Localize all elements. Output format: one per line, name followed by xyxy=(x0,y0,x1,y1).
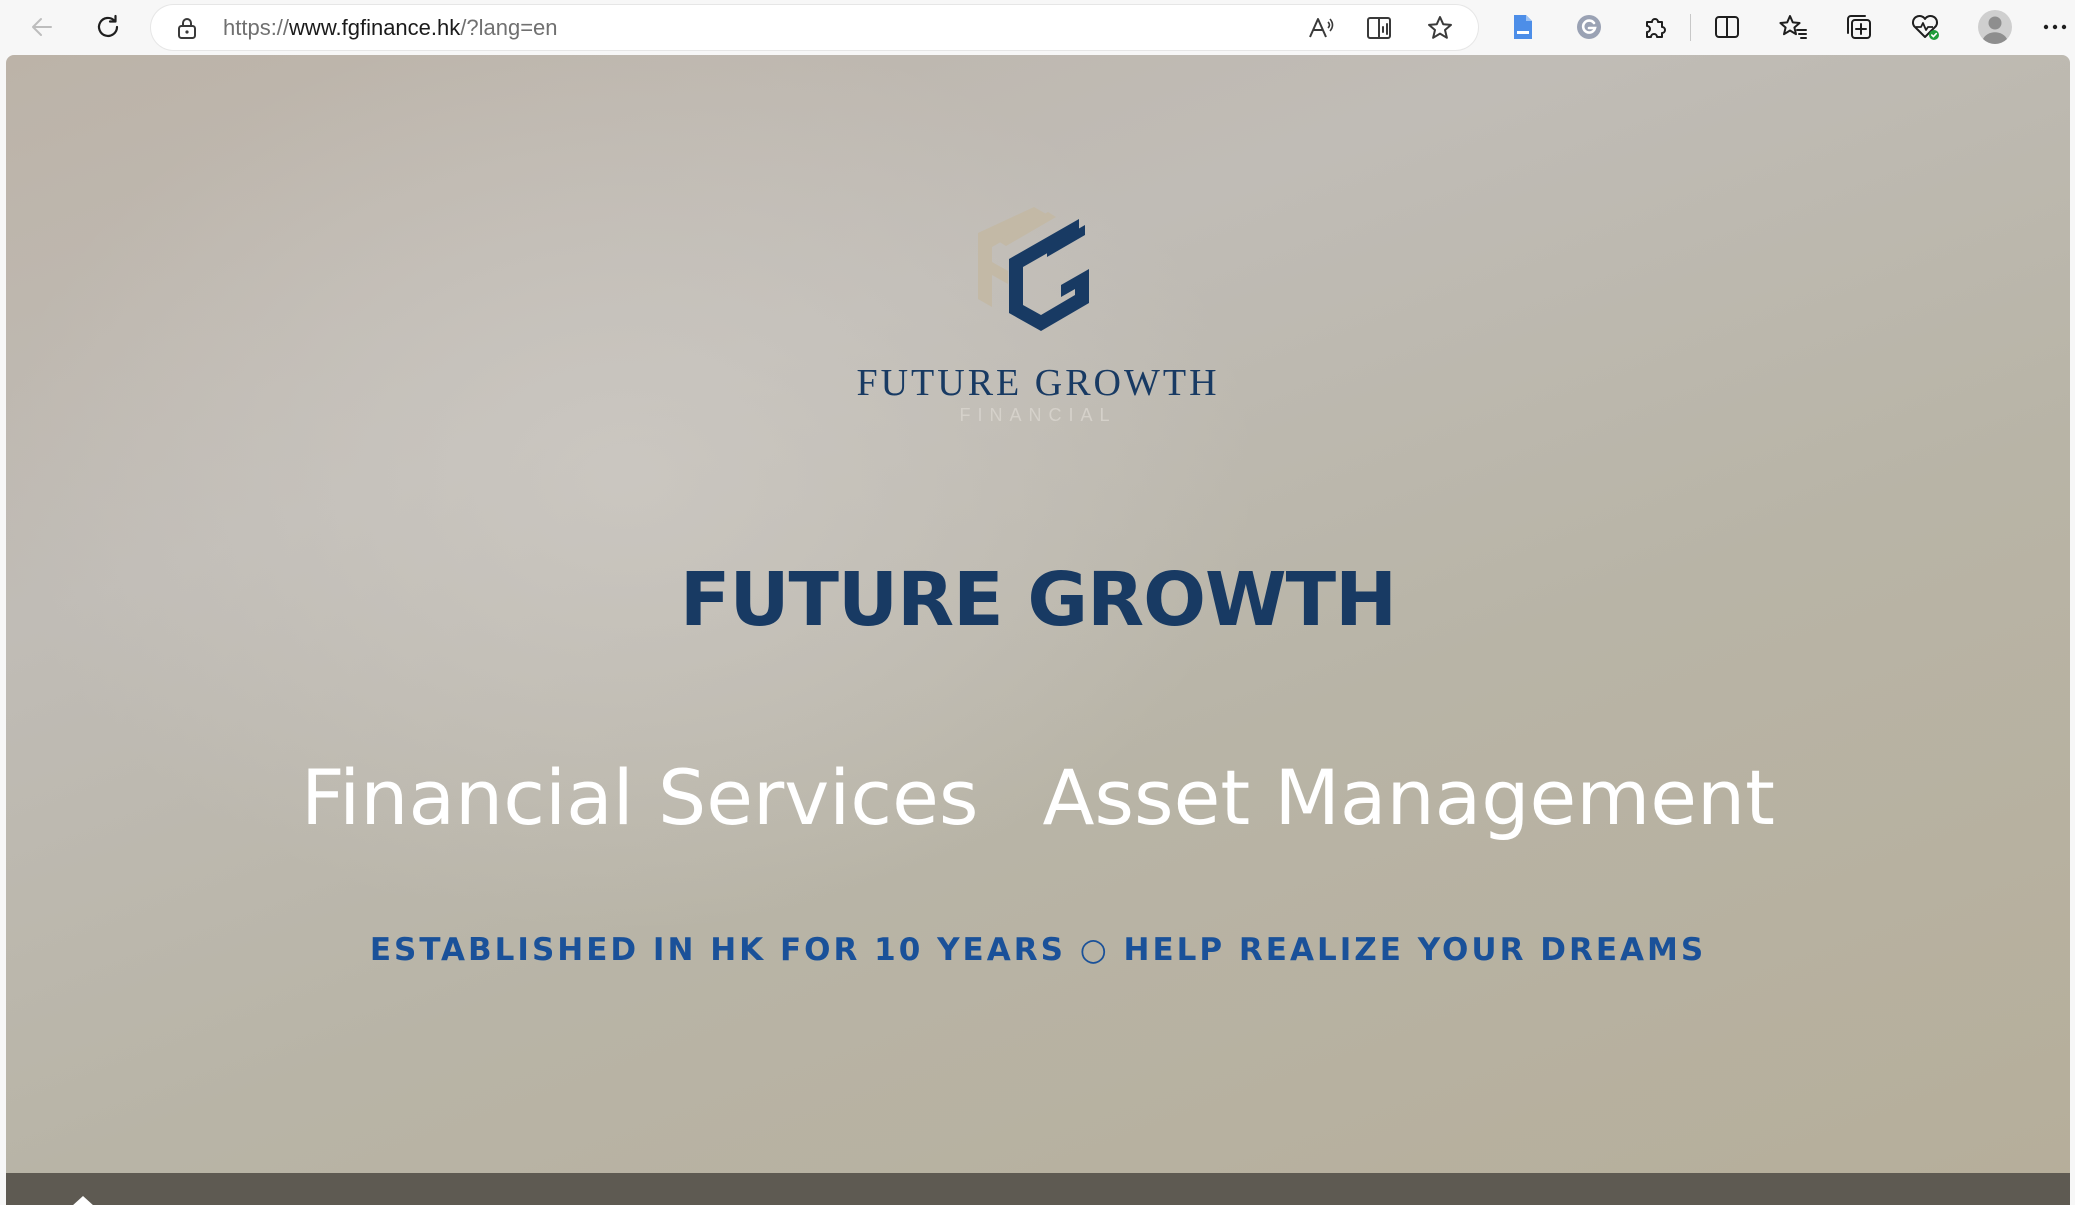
profile-avatar-icon[interactable] xyxy=(1974,6,2016,48)
more-menu-icon[interactable] xyxy=(2037,6,2073,48)
split-screen-icon[interactable] xyxy=(1706,6,1748,48)
hero-tagline: ESTABLISHED IN HK FOR 10 YEARS ○ HELP RE… xyxy=(369,932,1707,968)
document-extension-icon[interactable] xyxy=(1502,6,1544,48)
address-url[interactable]: https://www.fgfinance.hk/?lang=en xyxy=(223,15,558,41)
back-icon[interactable] xyxy=(21,6,63,48)
collections-icon[interactable] xyxy=(1838,6,1880,48)
grammarly-icon[interactable] xyxy=(1568,6,1610,48)
url-host: www.fgfinance.hk xyxy=(289,15,461,40)
favorite-star-icon[interactable] xyxy=(1424,12,1456,44)
logo-subtitle: FINANCIAL xyxy=(959,405,1117,425)
service-asset-management: Asset Management xyxy=(1042,753,1775,842)
favorites-icon[interactable] xyxy=(1772,6,1814,48)
lock-icon[interactable] xyxy=(176,16,198,40)
navigation-bar xyxy=(6,1173,2070,1205)
service-financial-services: Financial Services xyxy=(301,753,979,842)
read-aloud-icon[interactable] xyxy=(1305,12,1337,44)
browser-essentials-icon[interactable] xyxy=(1904,6,1946,48)
immersive-reader-icon[interactable] xyxy=(1365,12,1397,44)
url-path: /?lang=en xyxy=(460,15,558,40)
toolbar-divider xyxy=(1690,14,1691,41)
url-protocol: https:// xyxy=(223,15,290,40)
extensions-icon[interactable] xyxy=(1634,6,1676,48)
refresh-icon[interactable] xyxy=(87,6,129,48)
page-viewport: FUTURE GROWTH FINANCIAL FUTURE GROWTH Fi… xyxy=(6,55,2070,1205)
browser-toolbar: https://www.fgfinance.hk/?lang=en xyxy=(0,0,2075,54)
home-icon[interactable] xyxy=(68,1193,98,1205)
logo-wordmark: FUTURE GROWTH xyxy=(856,362,1220,404)
hero-services: Financial Services Asset Management xyxy=(6,750,2070,846)
address-bar[interactable]: https://www.fgfinance.hk/?lang=en xyxy=(151,5,1478,50)
hero-title: FUTURE GROWTH xyxy=(679,557,1397,643)
